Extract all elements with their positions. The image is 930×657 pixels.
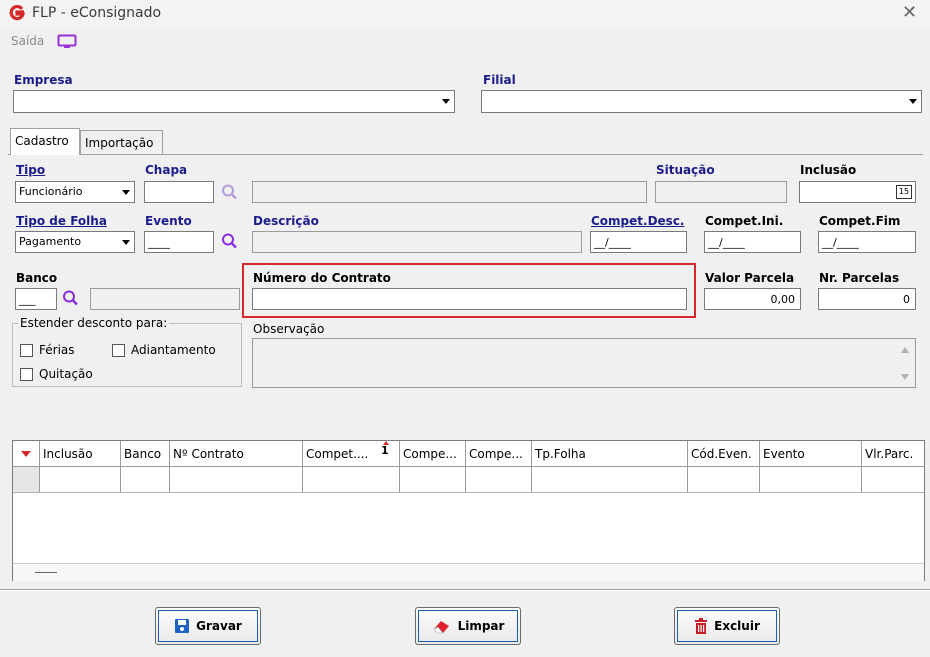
- eraser-icon: [433, 621, 449, 634]
- chevron-down-icon[interactable]: [116, 233, 133, 251]
- tipo-value: Funcionário: [19, 185, 83, 198]
- compet-ini-label: Compet.Ini.: [705, 214, 784, 228]
- scroll-up-icon[interactable]: [901, 347, 909, 353]
- compet-fim-input[interactable]: __/____: [818, 231, 916, 253]
- grid-column-title: Compe...: [403, 447, 457, 461]
- grid-column-title: Inclusão: [43, 447, 93, 461]
- valor-parcela-value: 0,00: [770, 293, 796, 306]
- ferias-label: Férias: [39, 343, 75, 357]
- numero-contrato-input[interactable]: [252, 288, 687, 310]
- compet-desc-label: Compet.Desc.: [591, 214, 685, 228]
- monitor-icon[interactable]: [57, 34, 77, 50]
- grid-column-title: Compet....: [306, 447, 369, 461]
- nr-parcelas-input[interactable]: 0: [818, 288, 916, 310]
- empresa-select[interactable]: [13, 90, 455, 113]
- menu-saida[interactable]: Saída: [11, 34, 44, 48]
- adiantamento-checkbox[interactable]: [112, 344, 125, 357]
- trash-icon: [695, 618, 708, 634]
- app-logo-icon: [9, 5, 25, 21]
- chevron-down-icon[interactable]: [436, 92, 453, 111]
- observacao-label: Observação: [253, 322, 325, 336]
- sort-arrow-icon: [383, 441, 389, 445]
- grid-footer: [13, 563, 924, 581]
- situacao-field: [655, 181, 787, 203]
- descricao-field: [252, 231, 582, 253]
- descricao-label: Descrição: [253, 214, 319, 228]
- search-icon[interactable]: [220, 232, 240, 250]
- compet-ini-input[interactable]: __/____: [704, 231, 801, 253]
- banco-input[interactable]: ___: [15, 288, 57, 310]
- chapa-input[interactable]: [144, 181, 214, 203]
- grid-column-title: Compe...: [469, 447, 523, 461]
- search-icon[interactable]: [220, 183, 240, 201]
- situacao-label: Situação: [656, 163, 715, 177]
- sort-indicator: 1: [381, 444, 389, 457]
- chevron-down-icon[interactable]: [116, 183, 133, 201]
- observacao-textarea[interactable]: [252, 338, 916, 388]
- grid-footer-line: [35, 572, 57, 573]
- gravar-label: Gravar: [196, 619, 242, 633]
- grid-column-title: Tp.Folha: [535, 447, 586, 461]
- quitacao-label: Quitação: [39, 367, 93, 381]
- compet-ini-value: __/____: [708, 236, 745, 249]
- row-indicator[interactable]: [13, 467, 40, 492]
- estender-label: Estender desconto para:: [18, 316, 170, 330]
- grid-column-title: Cód.Even.: [691, 447, 752, 461]
- nr-parcelas-label: Nr. Parcelas: [819, 271, 900, 285]
- filter-dropdown-icon[interactable]: [21, 451, 31, 457]
- empresa-label: Empresa: [14, 73, 73, 87]
- nr-parcelas-value: 0: [903, 293, 910, 306]
- excluir-button[interactable]: Excluir: [674, 607, 780, 645]
- filial-select[interactable]: [481, 90, 922, 113]
- inclusao-label: Inclusão: [800, 163, 857, 177]
- ferias-checkbox[interactable]: [20, 344, 33, 357]
- excluir-label: Excluir: [714, 619, 760, 633]
- quitacao-checkbox[interactable]: [20, 368, 33, 381]
- close-icon[interactable]: ✕: [902, 3, 917, 23]
- search-icon[interactable]: [61, 289, 81, 307]
- table-row[interactable]: [13, 467, 924, 493]
- banco-value: ___: [19, 293, 36, 306]
- valor-parcela-input[interactable]: 0,00: [704, 288, 801, 310]
- compet-desc-value: __/____: [594, 236, 631, 249]
- chapa-nome-field: [252, 181, 647, 203]
- grid-column-title: Evento: [763, 447, 805, 461]
- footer-divider: [0, 589, 930, 591]
- limpar-button[interactable]: Limpar: [415, 607, 521, 645]
- gravar-button[interactable]: Gravar: [155, 607, 261, 645]
- evento-label: Evento: [145, 214, 192, 228]
- tipo-folha-label: Tipo de Folha: [16, 214, 107, 228]
- compet-desc-input[interactable]: __/____: [590, 231, 687, 253]
- tab-divider: [8, 154, 923, 155]
- banco-nome-field: [90, 288, 240, 310]
- window-title: FLP - eConsignado: [32, 5, 162, 21]
- tipo-folha-select[interactable]: Pagamento: [15, 231, 135, 253]
- filial-label: Filial: [483, 73, 516, 87]
- tipo-label: Tipo: [16, 163, 46, 177]
- limpar-label: Limpar: [457, 619, 505, 633]
- grid-column-title: Banco: [124, 447, 162, 461]
- compet-fim-label: Compet.Fim: [819, 214, 901, 228]
- chevron-down-icon[interactable]: [903, 92, 920, 111]
- grid-column-title: Vlr.Parc.: [865, 447, 914, 461]
- tab-cadastro[interactable]: Cadastro: [10, 128, 80, 155]
- chapa-label: Chapa: [145, 163, 188, 177]
- evento-input[interactable]: ____: [144, 231, 214, 253]
- adiantamento-label: Adiantamento: [131, 343, 216, 357]
- numero-contrato-label: Número do Contrato: [253, 271, 391, 285]
- contracts-grid[interactable]: Inclusão Banco Nº Contrato Compet.... 1 …: [12, 440, 925, 581]
- banco-label: Banco: [16, 271, 58, 285]
- save-icon: [175, 619, 190, 633]
- evento-value: ____: [148, 236, 170, 249]
- tipo-folha-value: Pagamento: [19, 235, 82, 248]
- calendar-icon[interactable]: 15: [896, 185, 912, 199]
- scroll-down-icon[interactable]: [901, 374, 909, 380]
- compet-fim-value: __/____: [822, 236, 859, 249]
- tab-importacao[interactable]: Importação: [80, 130, 163, 154]
- valor-parcela-label: Valor Parcela: [705, 271, 795, 285]
- inclusao-date-input[interactable]: 15: [799, 181, 916, 203]
- tipo-select[interactable]: Funcionário: [15, 181, 135, 203]
- grid-column-title: Nº Contrato: [173, 447, 244, 461]
